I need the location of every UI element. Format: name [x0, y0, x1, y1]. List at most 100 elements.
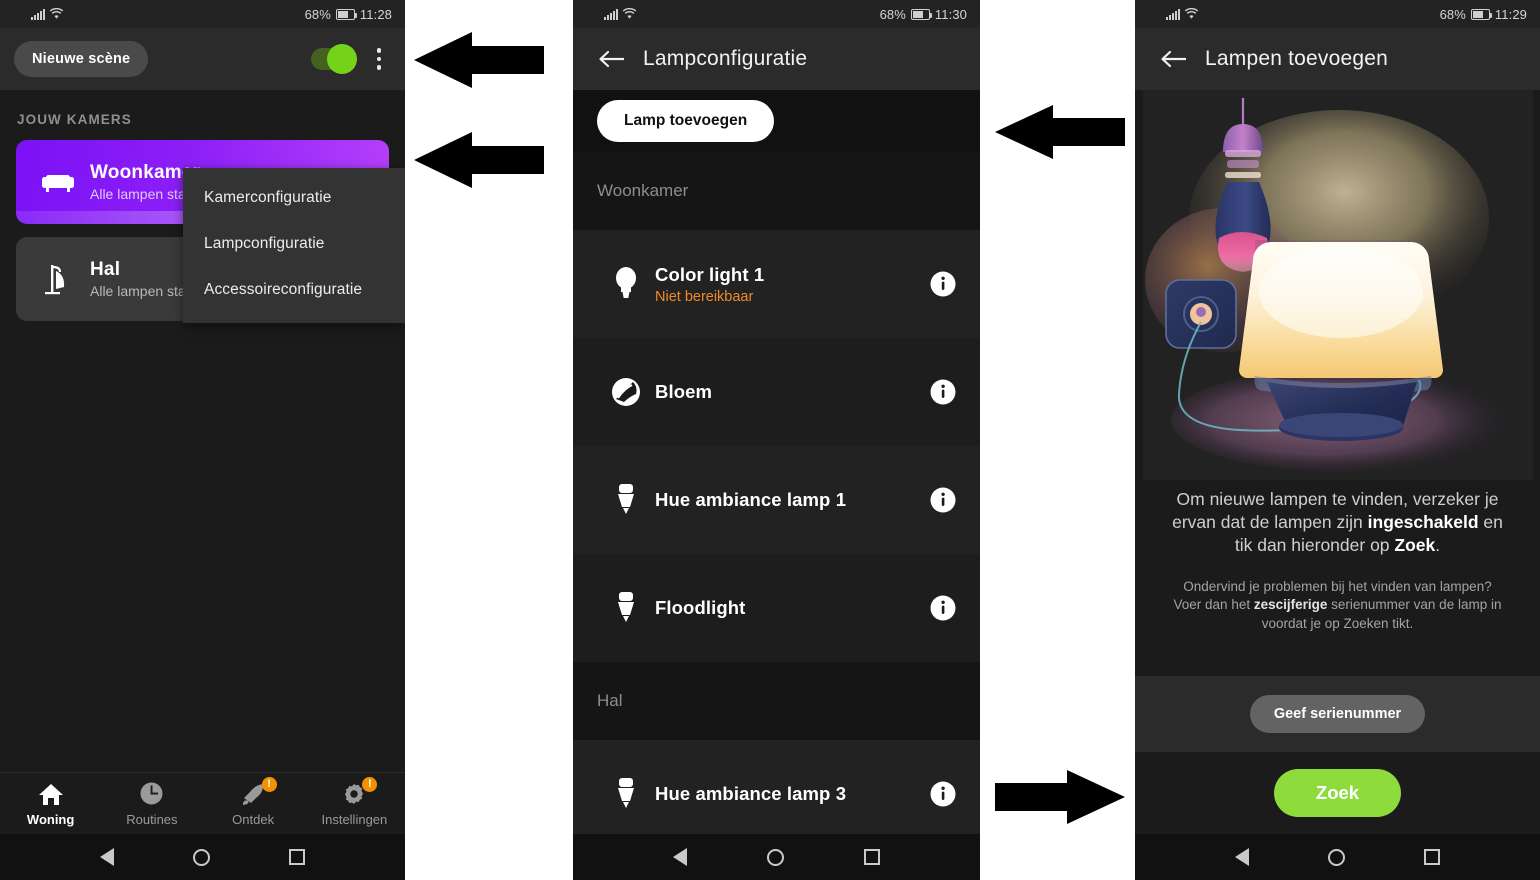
nav-item-woning[interactable]: Woning — [0, 781, 101, 827]
nav-label: Instellingen — [321, 811, 388, 827]
system-back-button[interactable] — [673, 848, 687, 866]
wifi-icon — [622, 8, 637, 19]
add-lamp-button[interactable]: Lamp toevoegen — [597, 100, 775, 142]
system-home-button[interactable] — [767, 848, 784, 866]
sofa-icon — [34, 169, 82, 195]
info-icon[interactable] — [930, 781, 956, 807]
lamp-name: Hue ambiance lamp 1 — [655, 489, 847, 510]
group-header-hal: Hal — [573, 662, 980, 740]
signal-icon — [1166, 9, 1180, 20]
master-lights-toggle[interactable] — [311, 44, 357, 74]
search-button[interactable]: Zoek — [1273, 769, 1402, 817]
table-row[interactable]: Hue ambiance lamp 1 — [573, 446, 980, 554]
android-system-nav-lamp — [573, 834, 980, 880]
instruction-bold-zoek: Zoek — [1394, 534, 1436, 555]
lamp-text: Hue ambiance lamp 3 — [655, 783, 846, 805]
system-home-button[interactable] — [192, 848, 210, 866]
lamp-status: Niet bereikbaar — [655, 288, 754, 305]
info-icon[interactable] — [930, 595, 956, 621]
system-back-button[interactable] — [1234, 848, 1249, 866]
menu-item-kamerconfiguratie[interactable]: Kamerconfiguratie — [183, 175, 405, 221]
add-lamp-strip: Lamp toevoegen — [573, 90, 980, 152]
battery-percent: 68% — [304, 6, 331, 22]
signal-icon — [31, 9, 45, 20]
nav-item-instellingen[interactable]: ! Instellingen — [304, 776, 405, 827]
home-top-bar: Nieuwe scène — [0, 28, 405, 90]
status-bar-lamp: 68% 11:30 — [573, 0, 980, 28]
screenshot-stage: 68% 11:28 Nieuwe scène JOUW KAMERS Woonk… — [0, 0, 1540, 880]
status-right-icons: 68% 11:30 — [880, 7, 967, 22]
clock-icon — [139, 781, 164, 807]
info-icon[interactable] — [930, 487, 956, 513]
system-recents-button[interactable] — [864, 849, 880, 865]
app-bar-lampconfiguratie: Lampconfiguratie — [573, 28, 980, 90]
nav-item-ontdek[interactable]: ! Ontdek — [203, 776, 304, 827]
annotation-arrow-left-1 — [414, 32, 544, 88]
wifi-icon — [49, 8, 64, 19]
instruction-part-3: . — [1435, 534, 1441, 555]
bulb-icon — [597, 266, 655, 302]
signal-icon — [604, 9, 618, 20]
table-row[interactable]: Floodlight — [573, 554, 980, 662]
info-icon[interactable] — [930, 379, 956, 405]
nav-label: Ontdek — [232, 811, 275, 827]
info-icon[interactable] — [930, 271, 956, 297]
back-arrow-icon[interactable] — [595, 42, 629, 76]
nav-label: Woning — [26, 811, 75, 827]
system-home-button[interactable] — [1327, 848, 1345, 866]
spot-bulb-icon — [597, 481, 655, 519]
menu-item-accessoireconfiguratie[interactable]: Accessoireconfiguratie — [183, 267, 405, 313]
serial-number-button[interactable]: Geef serienummer — [1249, 695, 1426, 733]
add-lamps-content: Om nieuwe lampen te vinden, verzeker je … — [1135, 90, 1540, 834]
status-left-icons — [31, 8, 64, 20]
bloom-lamp-icon — [597, 375, 655, 409]
lamp-text: Hue ambiance lamp 1 — [655, 489, 846, 511]
new-scene-button[interactable]: Nieuwe scène — [14, 41, 149, 77]
instruction-bold-ingeschakeld: ingeschakeld — [1367, 511, 1479, 532]
android-system-nav-add — [1135, 834, 1540, 880]
lamp-name: Color light 1 — [655, 263, 765, 285]
app-bar-lampen-toevoegen: Lampen toevoegen — [1135, 28, 1540, 90]
battery-percent: 68% — [879, 6, 906, 22]
lamp-text: Color light 1 Niet bereikbaar — [655, 264, 764, 305]
lamp-list[interactable]: Woonkamer Color light 1 Niet bereikbaar — [573, 152, 980, 834]
system-recents-button[interactable] — [289, 849, 306, 865]
lamp-text: Bloem — [655, 381, 712, 403]
battery-percent: 68% — [1439, 6, 1466, 22]
table-row[interactable]: Hue ambiance lamp 3 — [573, 740, 980, 834]
clock-time: 11:30 — [934, 6, 967, 22]
lamp-name: Hue ambiance lamp 3 — [655, 783, 847, 804]
top-bar-controls — [311, 44, 391, 74]
battery-icon — [335, 8, 358, 20]
serial-button-strip: Geef serienummer — [1135, 676, 1540, 752]
page-title: Lampen toevoegen — [1205, 47, 1389, 70]
coat-rack-icon — [34, 262, 82, 296]
annotation-arrow-left-2 — [414, 132, 544, 188]
menu-item-lampconfiguratie[interactable]: Lampconfiguratie — [183, 221, 405, 267]
battery-icon — [910, 8, 933, 20]
phone-panel-lampconfiguratie: 68% 11:30 Lampconfiguratie Lamp toevoege… — [573, 0, 980, 880]
clock-time: 11:28 — [359, 6, 392, 22]
nav-item-routines[interactable]: Routines — [101, 781, 202, 827]
battery-icon — [1470, 8, 1493, 20]
spot-bulb-icon — [597, 589, 655, 627]
phone-panel-lampen-toevoegen: 68% 11:29 Lampen toevoegen Om nieuwe lam… — [1135, 0, 1540, 880]
overflow-menu-button[interactable] — [369, 44, 391, 74]
table-row[interactable]: Bloem — [573, 338, 980, 446]
system-recents-button[interactable] — [1424, 849, 1441, 865]
notification-badge: ! — [362, 776, 378, 792]
table-row[interactable]: Color light 1 Niet bereikbaar — [573, 230, 980, 338]
rocket-icon: ! — [240, 776, 277, 807]
system-back-button[interactable] — [99, 848, 114, 866]
help-text: Ondervind je problemen bij het vinden va… — [1143, 556, 1533, 633]
gear-icon: ! — [341, 776, 378, 807]
status-left-icons — [1166, 8, 1199, 20]
back-arrow-icon[interactable] — [1157, 42, 1191, 76]
overflow-dropdown-menu[interactable]: Kamerconfiguratie Lampconfiguratie Acces… — [183, 168, 405, 323]
clock-time: 11:29 — [1494, 6, 1527, 22]
group-header-woonkamer: Woonkamer — [573, 152, 980, 230]
spot-bulb-icon — [597, 775, 655, 813]
status-bar-home: 68% 11:28 — [0, 0, 405, 28]
search-button-strip: Zoek — [1135, 752, 1540, 834]
page-title: Lampconfiguratie — [643, 47, 808, 70]
